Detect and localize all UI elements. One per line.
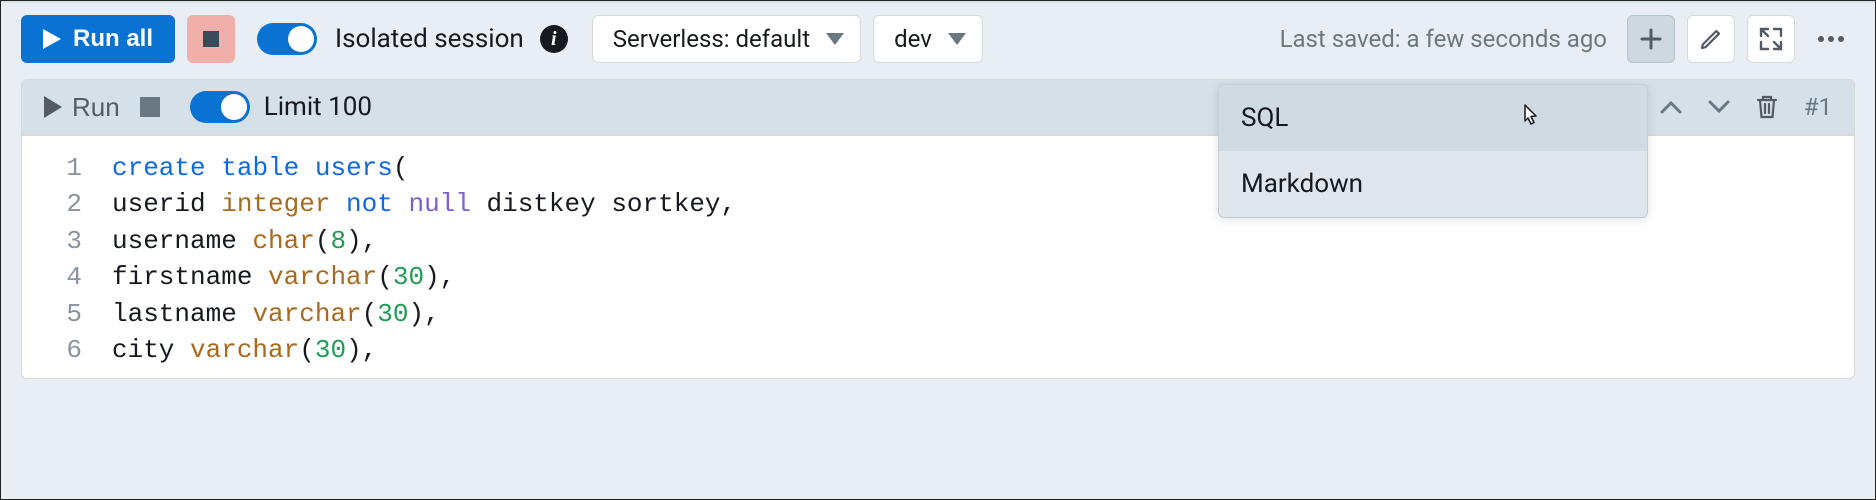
code-content[interactable]: lastname varchar(30),: [112, 296, 440, 332]
cell-run-button[interactable]: Run: [44, 92, 120, 123]
edit-button[interactable]: [1687, 15, 1735, 63]
add-cell-button[interactable]: [1627, 15, 1675, 63]
code-content[interactable]: city varchar(30),: [112, 332, 377, 368]
code-content[interactable]: username char(8),: [112, 223, 377, 259]
caret-down-icon: [826, 33, 844, 45]
workgroup-dropdown[interactable]: Serverless: default: [592, 15, 861, 63]
stop-all-button[interactable]: [187, 15, 235, 63]
editor-line[interactable]: 3username char(8),: [22, 223, 1854, 259]
more-options-button[interactable]: [1807, 15, 1855, 63]
limit-label: Limit 100: [264, 92, 372, 122]
line-number: 6: [22, 332, 112, 368]
database-dropdown[interactable]: dev: [873, 15, 983, 63]
isolated-session-toggle[interactable]: [257, 23, 317, 55]
stop-icon: [203, 31, 219, 47]
cell-index: #1: [1804, 93, 1832, 121]
workgroup-value: Serverless: default: [613, 25, 810, 53]
menu-item-sql[interactable]: SQL: [1219, 85, 1647, 151]
pencil-icon: [1699, 27, 1723, 51]
move-cell-down-button[interactable]: [1702, 90, 1736, 124]
trash-icon: [1755, 94, 1779, 120]
move-cell-up-button[interactable]: [1654, 90, 1688, 124]
database-value: dev: [894, 25, 932, 53]
toggle-knob: [221, 94, 247, 120]
ellipsis-icon: [1817, 35, 1845, 43]
expand-icon: [1758, 26, 1784, 52]
toggle-knob: [288, 26, 314, 52]
code-content[interactable]: create table users(: [112, 150, 408, 186]
limit-toggle[interactable]: [190, 91, 250, 123]
run-all-label: Run all: [73, 25, 153, 53]
fullscreen-button[interactable]: [1747, 15, 1795, 63]
line-number: 5: [22, 296, 112, 332]
last-saved-text: Last saved: a few seconds ago: [1280, 25, 1607, 53]
code-content[interactable]: firstname varchar(30),: [112, 259, 455, 295]
editor-line[interactable]: 6city varchar(30),: [22, 332, 1854, 368]
code-content[interactable]: userid integer not null distkey sortkey,: [112, 186, 736, 222]
line-number: 1: [22, 150, 112, 186]
delete-cell-button[interactable]: [1750, 90, 1784, 124]
chevron-up-icon: [1660, 100, 1682, 114]
line-number: 3: [22, 223, 112, 259]
line-number: 4: [22, 259, 112, 295]
top-toolbar: Run all Isolated session i Serverless: d…: [1, 1, 1875, 79]
play-icon: [43, 29, 61, 49]
cursor-pointer-icon: [1515, 99, 1547, 131]
isolated-session-label: Isolated session: [335, 24, 524, 54]
cell-stop-button[interactable]: [140, 97, 160, 117]
info-icon[interactable]: i: [540, 25, 568, 53]
line-number: 2: [22, 186, 112, 222]
editor-line[interactable]: 4firstname varchar(30),: [22, 259, 1854, 295]
menu-item-label: Markdown: [1241, 169, 1363, 199]
run-all-button[interactable]: Run all: [21, 15, 175, 63]
play-icon: [44, 96, 62, 118]
caret-down-icon: [948, 33, 966, 45]
menu-item-markdown[interactable]: Markdown: [1219, 151, 1647, 217]
add-cell-menu: SQL Markdown: [1218, 84, 1648, 218]
editor-line[interactable]: 5lastname varchar(30),: [22, 296, 1854, 332]
chevron-down-icon: [1708, 100, 1730, 114]
plus-icon: [1639, 27, 1663, 51]
cell-run-label: Run: [72, 92, 120, 123]
menu-item-label: SQL: [1241, 103, 1288, 133]
